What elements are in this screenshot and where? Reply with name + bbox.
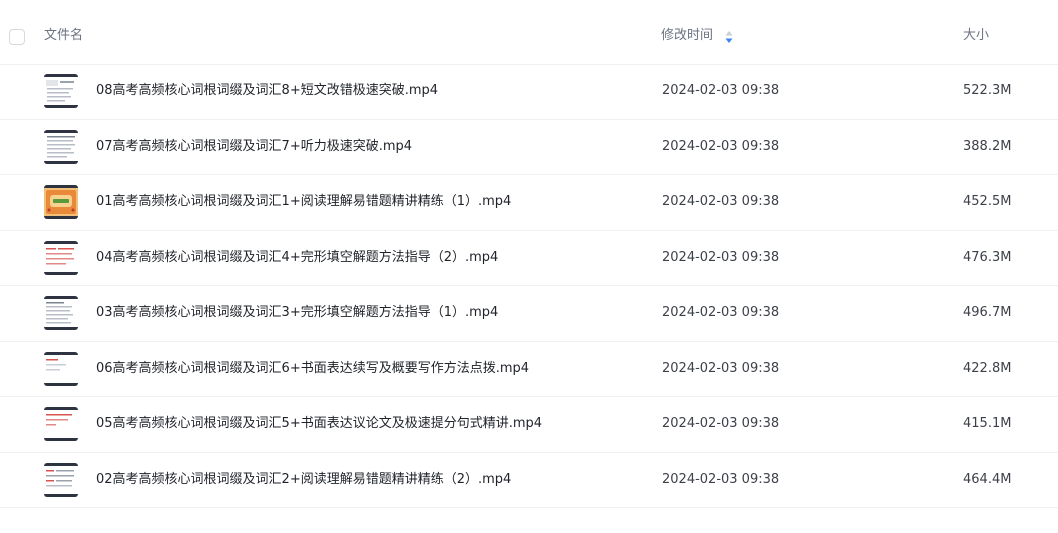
video-thumbnail-icon (44, 296, 78, 330)
file-modified-time: 2024-02-03 09:38 (662, 471, 780, 487)
file-modified-time: 2024-02-03 09:38 (662, 305, 780, 320)
file-modified-time: 2024-02-03 09:38 (662, 194, 780, 209)
file-size: 415.1M (963, 416, 1012, 431)
column-header-size[interactable]: 大小 (963, 27, 989, 45)
table-row[interactable]: 07高考高频核心词根词缀及词汇7+听力极速突破.mp4 2024-02-03 0… (0, 120, 1058, 175)
file-modified-time: 2024-02-03 09:38 (662, 83, 780, 98)
file-name[interactable]: 07高考高频核心词根词缀及词汇7+听力极速突破.mp4 (96, 137, 412, 157)
video-thumbnail-icon (44, 407, 78, 441)
file-name[interactable]: 05高考高频核心词根词缀及词汇5+书面表达议论文及极速提分句式精讲.mp4 (96, 414, 542, 434)
column-header-name[interactable]: 文件名 (44, 27, 83, 45)
video-thumbnail-icon (44, 462, 78, 497)
file-modified-time: 2024-02-03 09:38 (662, 360, 780, 376)
video-thumbnail-icon (44, 351, 78, 386)
table-row[interactable]: 03高考高频核心词根词缀及词汇3+完形填空解题方法指导（1）.mp4 2024-… (0, 286, 1058, 342)
file-name[interactable]: 02高考高频核心词根词缀及词汇2+阅读理解易错题精讲精练（2）.mp4 (96, 470, 511, 490)
table-row[interactable]: 05高考高频核心词根词缀及词汇5+书面表达议论文及极速提分句式精讲.mp4 20… (0, 397, 1058, 453)
file-name[interactable]: 06高考高频核心词根词缀及词汇6+书面表达续写及概要写作方法点拨.mp4 (96, 359, 529, 379)
file-name[interactable]: 01高考高频核心词根词缀及词汇1+阅读理解易错题精讲精练（1）.mp4 (96, 192, 511, 212)
video-thumbnail-icon (44, 74, 78, 108)
table-row[interactable]: 06高考高频核心词根词缀及词汇6+书面表达续写及概要写作方法点拨.mp4 202… (0, 342, 1058, 397)
file-size: 464.4M (963, 471, 1012, 487)
file-size: 452.5M (963, 194, 1012, 209)
file-size: 522.3M (963, 83, 1012, 98)
file-name[interactable]: 03高考高频核心词根词缀及词汇3+完形填空解题方法指导（1）.mp4 (96, 303, 498, 323)
video-thumbnail-icon (44, 240, 78, 275)
file-list-table: 文件名 修改时间 大小 08高考高频核心词根词缀及词汇8+短文改错极速突破.mp… (0, 0, 1058, 533)
table-row[interactable]: 01高考高频核心词根词缀及词汇1+阅读理解易错题精讲精练（1）.mp4 2024… (0, 175, 1058, 231)
table-header: 文件名 修改时间 大小 (0, 0, 1058, 65)
file-size: 388.2M (963, 138, 1012, 154)
table-row[interactable]: 02高考高频核心词根词缀及词汇2+阅读理解易错题精讲精练（2）.mp4 2024… (0, 453, 1058, 508)
table-row[interactable]: 08高考高频核心词根词缀及词汇8+短文改错极速突破.mp4 2024-02-03… (0, 64, 1058, 120)
select-all-checkbox[interactable] (9, 29, 25, 45)
file-rows: 08高考高频核心词根词缀及词汇8+短文改错极速突破.mp4 2024-02-03… (0, 64, 1058, 508)
table-row[interactable]: 04高考高频核心词根词缀及词汇4+完形填空解题方法指导（2）.mp4 2024-… (0, 231, 1058, 286)
video-thumbnail-icon (44, 185, 78, 219)
file-size: 422.8M (963, 360, 1012, 376)
file-modified-time: 2024-02-03 09:38 (662, 416, 780, 431)
file-size: 496.7M (963, 305, 1012, 320)
file-modified-time: 2024-02-03 09:38 (662, 249, 780, 265)
video-thumbnail-icon (44, 129, 78, 164)
sort-desc-icon[interactable] (724, 29, 734, 43)
file-name[interactable]: 08高考高频核心词根词缀及词汇8+短文改错极速突破.mp4 (96, 81, 438, 101)
file-name[interactable]: 04高考高频核心词根词缀及词汇4+完形填空解题方法指导（2）.mp4 (96, 248, 498, 268)
column-header-modified[interactable]: 修改时间 (661, 27, 713, 45)
file-modified-time: 2024-02-03 09:38 (662, 138, 780, 154)
file-size: 476.3M (963, 249, 1012, 265)
